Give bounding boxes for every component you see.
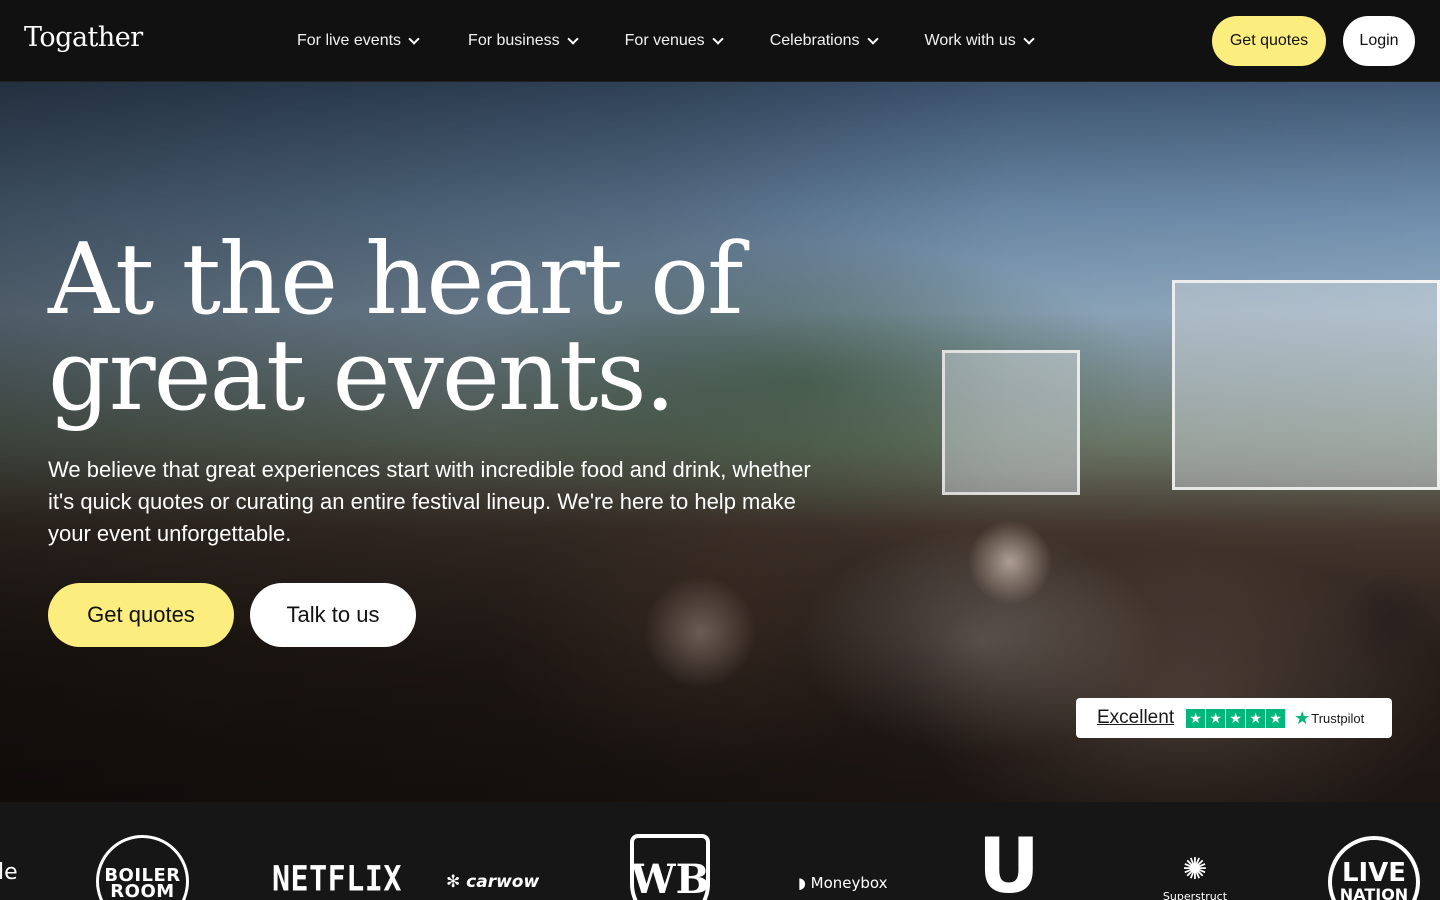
star-icon: ★ xyxy=(1246,708,1266,728)
chevron-down-icon xyxy=(866,32,879,45)
client-logo-strip: le BOILER ROOM NETFLIX ✻ carwow WB ◗ Mon… xyxy=(0,802,1440,900)
star-icon: ★ xyxy=(1226,708,1246,728)
menu-celebrations[interactable]: Celebrations xyxy=(769,32,879,50)
moneybox-logo: ◗ Moneybox xyxy=(798,874,888,892)
main-menu: For live events For business For venues … xyxy=(297,0,1081,82)
star-icon: ★ xyxy=(1206,708,1226,728)
u-logo: U xyxy=(978,821,1040,900)
menu-label: For business xyxy=(468,32,560,49)
headline-line-2: great events. xyxy=(48,319,676,433)
trustpilot-widget[interactable]: Excellent ★ ★ ★ ★ ★ ★ Trustpilot xyxy=(1076,698,1392,738)
boiler-room-logo: BOILER ROOM xyxy=(96,835,189,900)
hero-subtitle: We believe that great experiences start … xyxy=(48,457,811,546)
boiler-room-line-2: ROOM xyxy=(110,881,175,900)
hero-section: At the heart of great events. We believe… xyxy=(0,82,1440,802)
menu-label: Celebrations xyxy=(769,32,860,49)
partial-client-logo: le xyxy=(0,860,18,885)
warner-bros-logo: WB xyxy=(630,834,710,900)
star-icon: ★ xyxy=(1186,708,1206,728)
netflix-logo: NETFLIX xyxy=(272,859,402,900)
chevron-down-icon xyxy=(408,32,420,45)
carwow-text: carwow xyxy=(466,872,540,892)
carwow-logo: ✻ carwow xyxy=(446,872,540,892)
trustpilot-rating-label[interactable]: Excellent xyxy=(1097,707,1174,729)
trustpilot-brand: Trustpilot xyxy=(1311,710,1365,726)
trustpilot-star-icon: ★ xyxy=(1294,707,1311,728)
moneybox-text: Moneybox xyxy=(810,874,888,892)
chevron-down-icon xyxy=(566,32,579,45)
chevron-down-icon xyxy=(1023,32,1035,45)
login-button[interactable]: Login xyxy=(1343,16,1415,66)
menu-work-with-us[interactable]: Work with us xyxy=(924,32,1035,50)
nav-get-quotes-button[interactable]: Get quotes xyxy=(1212,16,1326,66)
superstruct-icon: ✺ xyxy=(1182,852,1208,887)
menu-label: Work with us xyxy=(924,32,1016,49)
menu-for-venues[interactable]: For venues xyxy=(624,32,724,50)
menu-for-business[interactable]: For business xyxy=(468,32,579,50)
togather-logo[interactable]: Togather xyxy=(24,22,143,53)
talk-to-us-button[interactable]: Talk to us xyxy=(250,583,416,647)
menu-label: For venues xyxy=(624,32,705,49)
chevron-down-icon xyxy=(712,32,724,45)
star-icon: ★ xyxy=(1266,708,1286,728)
top-navigation: Togather For live events For business Fo… xyxy=(0,0,1440,82)
menu-for-live-events[interactable]: For live events xyxy=(297,32,420,50)
live-nation-logo: LIVE NATION xyxy=(1328,836,1420,900)
superstruct-logo: ✺ Superstruct xyxy=(1155,850,1235,900)
hero-get-quotes-button[interactable]: Get quotes xyxy=(48,583,234,647)
live-nation-line-2: NATION xyxy=(1339,885,1409,900)
hero-headline: At the heart of great events. xyxy=(48,231,743,425)
trustpilot-stars: ★ ★ ★ ★ ★ xyxy=(1186,708,1286,728)
live-nation-line-1: LIVE xyxy=(1341,858,1407,888)
superstruct-text: Superstruct xyxy=(1162,890,1228,900)
hero-overlay xyxy=(0,82,1440,802)
trustpilot-logo: ★ Trustpilot xyxy=(1294,708,1364,729)
menu-label: For live events xyxy=(297,32,402,49)
